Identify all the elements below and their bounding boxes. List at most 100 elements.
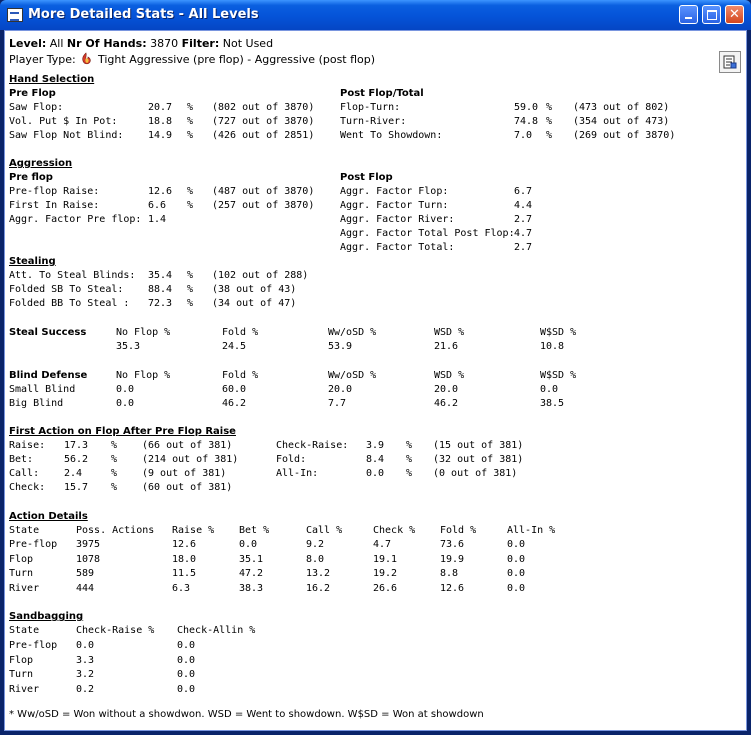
table-cell: River: [9, 683, 40, 695]
stat-unit: %: [187, 186, 194, 197]
title-bar[interactable]: More Detailed Stats - All Levels ✕: [0, 0, 751, 30]
stat-value: 56.2: [64, 454, 89, 465]
stat-detail: (354 out of 473): [573, 116, 670, 127]
table-cell: 0.2: [76, 683, 95, 695]
stat-value: 20.7: [148, 102, 173, 113]
table-cell: 60.0: [222, 384, 247, 395]
stat-unit: %: [111, 454, 118, 465]
player-type-value: Tight Aggressive (pre flop) - Aggressive…: [98, 53, 376, 66]
table-cell: 0.0: [76, 640, 95, 651]
table-cell: 35.3: [116, 341, 141, 352]
stat-value: 59.0: [514, 102, 539, 113]
table-cell: 0.0: [239, 539, 258, 550]
stat-label: Call:: [9, 468, 40, 479]
subsection-title-pre-flop: Pre flop: [9, 172, 53, 183]
flame-icon: [82, 52, 91, 65]
column-header: State: [9, 625, 40, 636]
table-cell: 8.8: [440, 568, 459, 579]
stat-value: 17.3: [64, 440, 89, 451]
stat-unit: %: [111, 468, 118, 479]
table-cell: 1078: [76, 553, 101, 565]
close-icon: ✕: [729, 7, 740, 22]
column-header: All-In %: [507, 525, 556, 536]
section-title-first-action: First Action on Flop After Pre Flop Rais…: [9, 426, 236, 437]
table-cell: 3.3: [76, 654, 95, 666]
stat-unit: %: [187, 116, 194, 127]
table-cell: 9.2: [306, 539, 325, 550]
stat-label: Check-Raise:: [276, 440, 349, 451]
stat-value: 14.9: [148, 130, 173, 141]
stat-unit: %: [406, 454, 413, 465]
stat-detail: (269 out of 3870): [573, 130, 676, 141]
report-button[interactable]: [719, 51, 741, 73]
stat-detail: (257 out of 3870): [212, 200, 315, 211]
stat-detail: (66 out of 381): [142, 440, 233, 451]
row-label: Big Blind: [9, 398, 64, 409]
stat-value: 7.0: [514, 130, 533, 141]
stat-label: Aggr. Factor Turn:: [340, 200, 449, 211]
minimize-button[interactable]: [679, 5, 698, 24]
stat-value: 88.4: [148, 284, 173, 295]
report-icon: [723, 55, 737, 69]
table-cell: 589: [76, 568, 95, 579]
stat-unit: %: [187, 284, 194, 295]
table-cell: 24.5: [222, 341, 247, 352]
stat-detail: (34 out of 47): [212, 298, 297, 309]
column-header: Fold %: [222, 327, 259, 338]
table-cell: 0.0: [116, 384, 135, 395]
stats-window: More Detailed Stats - All Levels ✕ Level…: [0, 0, 751, 735]
table-cell: Turn: [9, 669, 34, 680]
stat-label: Aggr. Factor River:: [340, 214, 455, 225]
stat-label: Aggr. Factor Total Post Flop:: [340, 228, 515, 239]
close-button[interactable]: ✕: [725, 5, 744, 24]
table-cell: Pre-flop: [9, 640, 58, 651]
stat-label: Raise:: [9, 440, 46, 451]
column-header: Poss. Actions: [76, 525, 155, 536]
table-cell: Pre-flop: [9, 539, 58, 550]
stat-unit: %: [111, 482, 118, 493]
stat-unit: %: [187, 200, 194, 211]
stat-value: 72.3: [148, 298, 173, 309]
stat-detail: (214 out of 381): [142, 454, 239, 465]
table-cell: 38.5: [540, 398, 565, 409]
column-header: Call %: [306, 525, 343, 536]
table-cell: Turn: [9, 568, 34, 579]
app-icon[interactable]: [7, 8, 23, 22]
stat-label: Folded BB To Steal :: [9, 298, 130, 309]
table-cell: Flop: [9, 654, 34, 666]
stats-panel: Level: All Nr Of Hands: 3870 Filter: Not…: [4, 30, 747, 731]
stat-detail: (473 out of 802): [573, 102, 670, 113]
maximize-icon: [706, 9, 717, 20]
stat-detail: (9 out of 381): [142, 468, 227, 479]
footnote: * Ww/oSD = Won without a showdwon. WSD =…: [9, 709, 484, 720]
stat-value: 6.7: [514, 186, 533, 197]
level-line: Level: All Nr Of Hands: 3870 Filter: Not…: [9, 38, 273, 50]
stat-value: 2.7: [514, 242, 533, 253]
column-header: WSD %: [434, 327, 465, 338]
table-cell: 53.9: [328, 341, 353, 352]
stat-label: Pre-flop Raise:: [9, 186, 100, 197]
section-title-aggression: Aggression: [9, 158, 73, 169]
table-cell: 16.2: [306, 582, 331, 594]
section-title-sandbagging: Sandbagging: [9, 611, 84, 622]
stat-unit: %: [406, 440, 413, 451]
column-header: No Flop %: [116, 370, 171, 381]
stat-label: Bet:: [9, 454, 34, 465]
maximize-button[interactable]: [702, 5, 721, 24]
stat-detail: (60 out of 381): [142, 482, 233, 493]
table-cell: 19.2: [373, 568, 398, 579]
stat-label: Aggr. Factor Total:: [340, 242, 455, 253]
table-cell: 0.0: [507, 539, 526, 550]
filter-label: Filter:: [181, 37, 220, 50]
column-header: Ww/oSD %: [328, 370, 377, 381]
subsection-title-pre-flop: Pre Flop: [9, 88, 56, 99]
stat-value: 1.4: [148, 214, 167, 225]
stat-label: All-In:: [276, 468, 319, 479]
table-cell: 0.0: [507, 582, 526, 594]
table-cell: 0.0: [540, 384, 559, 395]
subsection-title-post-flop: Post Flop: [340, 172, 393, 183]
stat-value: 35.4: [148, 270, 173, 281]
stat-value: 15.7: [64, 482, 89, 493]
table-cell: 8.0: [306, 553, 325, 565]
table-cell: 6.3: [172, 582, 191, 594]
